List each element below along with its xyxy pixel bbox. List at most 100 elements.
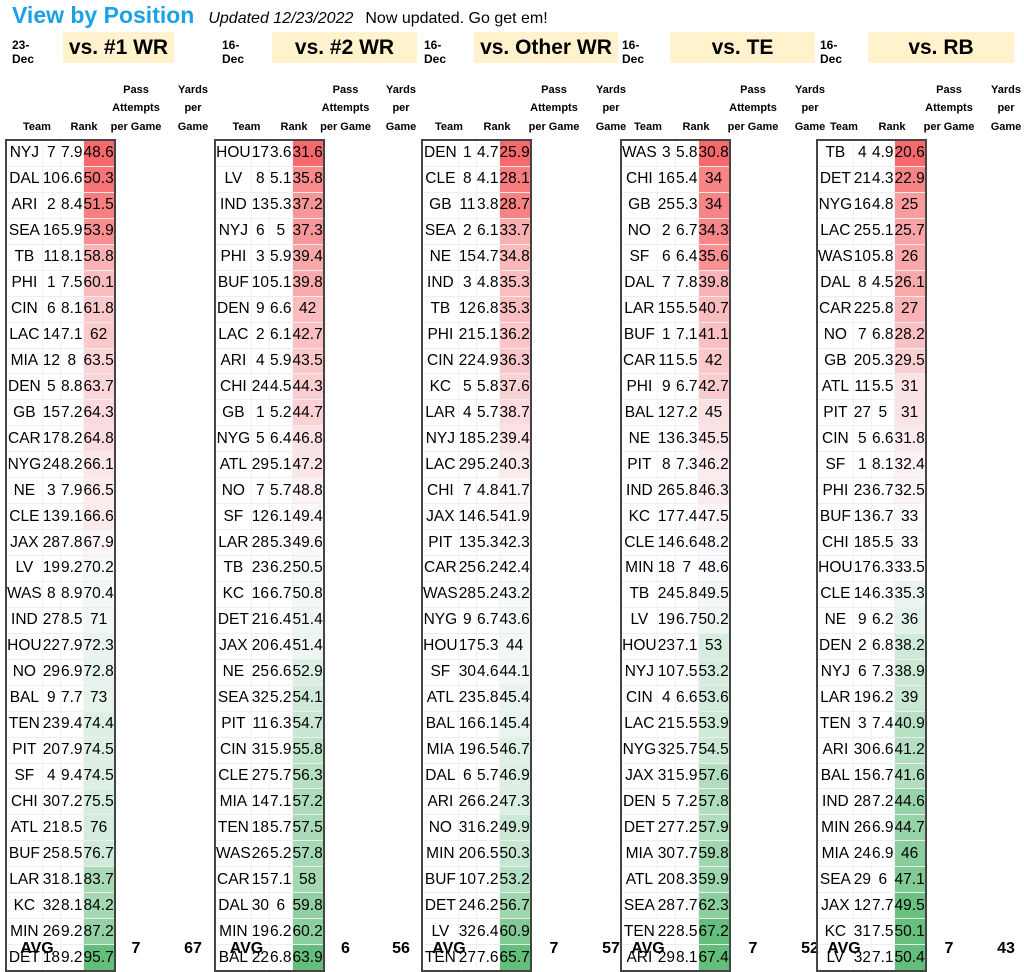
pass-attempts-cell: 7.9 [60, 737, 84, 764]
pass-attempts-cell: 5.1 [269, 270, 293, 297]
rank-cell: 6 [251, 218, 270, 245]
pass-attempts-cell: 6.8 [871, 633, 895, 660]
yards-cell: 54.7 [292, 711, 324, 738]
pass-attempts-cell: 6.3 [871, 581, 895, 608]
pass-attempts-cell: 6.4 [675, 244, 699, 271]
pass-attempts-column-header: Pass Attempts per Game [311, 80, 380, 136]
pass-attempts-cell: 7.2 [476, 866, 500, 894]
rank-cell: 3 [853, 711, 872, 738]
team-cell: GB [215, 399, 252, 427]
column-header-text: per [997, 102, 1015, 114]
rank-cell: 16 [458, 711, 477, 738]
yards-cell: 40.7 [698, 296, 730, 323]
team-cell: GB [6, 399, 43, 427]
team-cell: CIN [6, 296, 43, 323]
yards-cell: 51.4 [292, 633, 324, 660]
table-row: PIT 20 7.9 74.5 [6, 737, 115, 764]
position-header: vs. #1 WR [63, 32, 174, 63]
pass-attempts-column-header: Pass Attempts per Game [519, 80, 589, 136]
block-date: 16-Dec [820, 38, 843, 66]
pass-attempts-cell: 6.1 [269, 322, 293, 349]
pass-attempts-cell: 3.6 [269, 140, 293, 167]
table-row: DAL 10 6.6 50.3 [6, 166, 115, 193]
yards-cell: 49.6 [292, 529, 324, 556]
team-cell: CIN [817, 425, 854, 453]
team-cell: PIT [621, 451, 658, 479]
yards-column-header: Yards per Game [984, 80, 1024, 136]
table-row: ARI 30 6.6 41.2 [817, 737, 926, 764]
column-header-text: Yards [991, 83, 1021, 96]
pass-attempts-cell: 5.8 [476, 685, 500, 712]
team-column-header: Team [423, 80, 475, 136]
rank-cell: 2 [251, 322, 270, 349]
yards-cell: 64.3 [83, 399, 115, 427]
rank-cell: 7 [458, 477, 477, 505]
column-header-text: Rank [280, 120, 308, 133]
rank-cell: 25 [251, 659, 270, 686]
pass-attempts-cell: 9.1 [60, 503, 84, 531]
rank-cell: 9 [657, 373, 676, 401]
avg-yards: 67 [184, 940, 202, 957]
team-cell: SEA [6, 218, 43, 245]
table-row: TB 11 8.1 58.8 [6, 244, 115, 271]
yards-cell: 28.2 [894, 322, 926, 349]
pass-attempts-cell: 5.8 [476, 373, 500, 401]
yards-cell: 49.9 [499, 814, 531, 842]
yards-cell: 34 [698, 192, 730, 219]
yards-cell: 36.3 [499, 348, 531, 375]
column-header-text: Game [177, 120, 209, 133]
table-row: PHI 23 6.7 32.5 [817, 477, 926, 505]
table-row: MIN 18 7 48.6 [621, 555, 730, 582]
team-cell: PIT [817, 399, 854, 427]
pass-attempts-cell: 4.9 [871, 140, 895, 167]
team-cell: JAX [215, 633, 252, 660]
table-row: CLE 13 9.1 66.6 [6, 503, 115, 531]
table-row: PHI 1 7.5 60.1 [6, 270, 115, 297]
table-row: LAC 21 5.5 53.9 [621, 711, 730, 738]
pass-attempts-cell: 4.6 [476, 659, 500, 686]
team-cell: HOU [6, 633, 43, 660]
table-row: NYG 5 6.4 46.8 [215, 425, 324, 453]
yards-cell: 44.1 [499, 659, 531, 686]
rank-cell: 24 [42, 451, 61, 479]
yards-cell: 29.5 [894, 348, 926, 375]
pass-attempts-cell: 6.6 [269, 296, 293, 323]
rank-cell: 13 [657, 425, 676, 453]
pass-attempts-cell: 5.5 [675, 711, 699, 738]
avg-rank-blank [674, 940, 718, 958]
pass-attempts-cell: 4.8 [871, 192, 895, 219]
pass-attempts-cell: 7.1 [269, 866, 293, 894]
table-row: DET 24 6.2 56.7 [422, 892, 531, 920]
pass-attempts-cell: 7.1 [60, 322, 84, 349]
pass-attempts-cell: 5.9 [675, 763, 699, 790]
table-row: LAC 14 7.1 62 [6, 322, 115, 349]
rank-cell: 22 [853, 296, 872, 323]
rank-cell: 11 [42, 244, 61, 271]
position-header: vs. #2 WR [272, 32, 417, 63]
yards-cell: 26.1 [894, 270, 926, 297]
team-cell: NE [6, 477, 43, 505]
position-header: vs. TE [670, 32, 815, 63]
team-cell: LAR [422, 399, 459, 427]
table-row: ATL 11 5.5 31 [817, 373, 926, 401]
table-row: MIA 30 7.7 59.8 [621, 840, 730, 868]
yards-cell: 48.6 [698, 555, 730, 582]
table-row: LV 19 9.2 70.2 [6, 555, 115, 582]
table-row: CAR 22 5.8 27 [817, 296, 926, 323]
team-cell: NYJ [215, 218, 252, 245]
rank-cell: 9 [458, 607, 477, 634]
rank-cell: 10 [853, 244, 872, 271]
team-cell: NE [621, 425, 658, 453]
pass-attempts-cell: 7.2 [675, 788, 699, 816]
yards-cell: 44.7 [292, 399, 324, 427]
position-table: NYJ 7 7.9 48.6 DAL 10 6.6 50.3 ARI 2 8.4 51.5 SEA 16 5… [5, 139, 116, 972]
team-cell: KC [422, 373, 459, 401]
yards-cell: 37.6 [499, 373, 531, 401]
pass-attempts-cell: 6.2 [476, 788, 500, 816]
rank-cell: 5 [42, 373, 61, 401]
rank-cell: 25 [657, 192, 676, 219]
rank-cell: 6 [853, 659, 872, 686]
yards-cell: 31.8 [894, 425, 926, 453]
rank-cell: 14 [251, 788, 270, 816]
table-row: LAR 4 5.7 38.7 [422, 399, 531, 427]
